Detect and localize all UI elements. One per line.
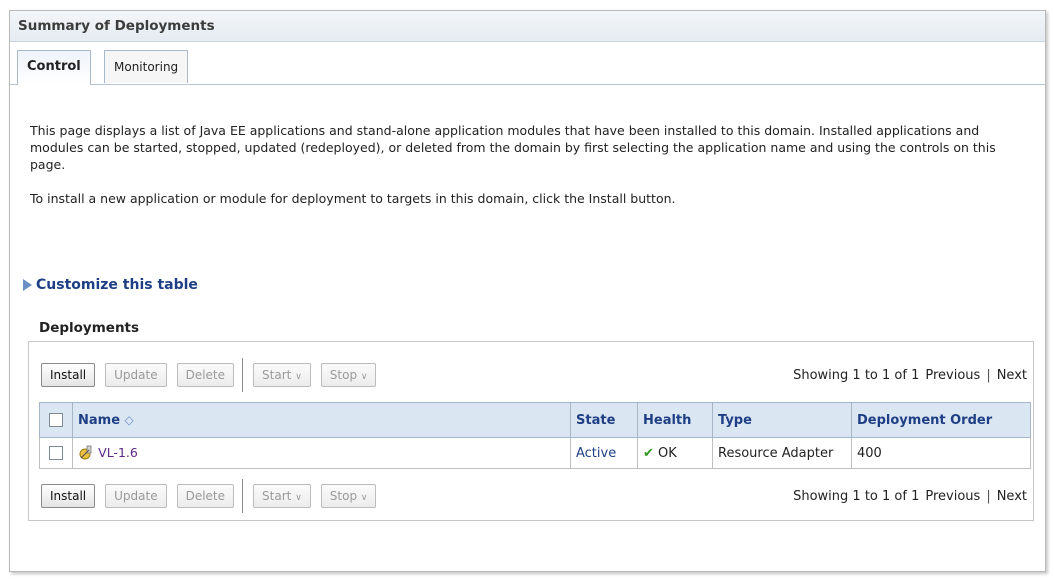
description-paragraph-2: To install a new application or module f… <box>30 191 676 206</box>
deployments-table: Name ◇ State Health Type Deployment Orde… <box>39 402 1031 469</box>
stop-dropdown-button[interactable]: Stop ∨ <box>320 484 377 508</box>
table-header-row: Name ◇ State Health Type Deployment Orde… <box>39 402 1031 438</box>
top-toolbar: Install Update Delete Start ∨ Stop ∨ <box>41 358 386 392</box>
page-description: This page displays a list of Java EE app… <box>30 122 1020 224</box>
health-cell: ✔ OK <box>637 437 713 469</box>
previous-link[interactable]: Previous <box>925 368 980 383</box>
customize-table-toggle[interactable]: Customize this table <box>23 277 198 293</box>
row-select-cell <box>39 437 73 469</box>
state-link[interactable]: Active <box>576 446 616 461</box>
deployments-table-panel: Install Update Delete Start ∨ Stop ∨ Sho… <box>28 341 1034 521</box>
column-header-health[interactable]: Health <box>637 402 713 438</box>
type-cell: Resource Adapter <box>712 437 852 469</box>
tab-control[interactable]: Control <box>17 50 91 85</box>
state-cell: Active <box>570 437 638 469</box>
dropdown-arrow-icon: ∨ <box>295 493 302 503</box>
previous-link[interactable]: Previous <box>925 489 980 504</box>
checkmark-icon: ✔ <box>643 445 654 461</box>
next-link[interactable]: Next <box>997 489 1027 504</box>
pagination-separator: | <box>986 489 991 504</box>
column-header-deployment-order[interactable]: Deployment Order <box>851 402 1031 438</box>
pagination-top: Showing 1 to 1 of 1 Previous | Next <box>793 368 1027 383</box>
pagination-summary: Showing 1 to 1 of 1 <box>793 368 920 383</box>
start-dropdown-button[interactable]: Start ∨ <box>253 363 311 387</box>
description-paragraph-1: This page displays a list of Java EE app… <box>30 123 996 172</box>
start-dropdown-button[interactable]: Start ∨ <box>253 484 311 508</box>
deployments-heading: Deployments <box>39 320 140 336</box>
application-name-link[interactable]: VL-1.6 <box>98 445 138 460</box>
row-checkbox[interactable] <box>49 446 63 460</box>
column-header-name-label: Name <box>78 412 121 428</box>
select-all-header <box>39 402 73 438</box>
page-title: Summary of Deployments <box>10 11 1045 42</box>
column-header-name[interactable]: Name ◇ <box>72 402 571 438</box>
start-label: Start <box>262 489 292 503</box>
dropdown-arrow-icon: ∨ <box>295 372 302 382</box>
health-value: OK <box>658 445 677 461</box>
deployments-summary-panel: Summary of Deployments Control Monitorin… <box>9 10 1046 572</box>
triangle-right-icon <box>23 279 32 291</box>
dropdown-arrow-icon: ∨ <box>360 493 368 503</box>
tab-bar: Control Monitoring <box>10 50 1045 85</box>
update-button[interactable]: Update <box>105 484 167 508</box>
pagination-bottom: Showing 1 to 1 of 1 Previous | Next <box>793 489 1027 504</box>
application-icon <box>79 445 92 460</box>
dropdown-arrow-icon: ∨ <box>360 372 368 382</box>
next-link[interactable]: Next <box>997 368 1027 383</box>
table-row: VL-1.6 Active ✔ OK Resource Adapter 400 <box>39 437 1031 469</box>
install-button[interactable]: Install <box>41 484 96 508</box>
install-button[interactable]: Install <box>41 363 96 387</box>
sort-ascending-icon[interactable]: ◇ <box>125 413 134 427</box>
pagination-separator: | <box>986 368 991 383</box>
stop-dropdown-button[interactable]: Stop ∨ <box>320 363 377 387</box>
stop-label: Stop <box>329 368 358 382</box>
start-label: Start <box>262 368 292 382</box>
update-button[interactable]: Update <box>105 363 167 387</box>
column-header-state[interactable]: State <box>570 402 638 438</box>
pagination-summary: Showing 1 to 1 of 1 <box>793 489 920 504</box>
toolbar-divider <box>242 479 244 513</box>
column-header-type[interactable]: Type <box>712 402 852 438</box>
stop-label: Stop <box>329 489 358 503</box>
delete-button[interactable]: Delete <box>176 484 235 508</box>
deployment-order-cell: 400 <box>851 437 1031 469</box>
tab-monitoring[interactable]: Monitoring <box>104 50 189 83</box>
customize-table-label: Customize this table <box>36 277 198 293</box>
select-all-checkbox[interactable] <box>49 413 63 427</box>
name-cell: VL-1.6 <box>72 437 571 469</box>
bottom-toolbar: Install Update Delete Start ∨ Stop ∨ <box>41 479 386 513</box>
toolbar-divider <box>242 358 244 392</box>
delete-button[interactable]: Delete <box>176 363 235 387</box>
